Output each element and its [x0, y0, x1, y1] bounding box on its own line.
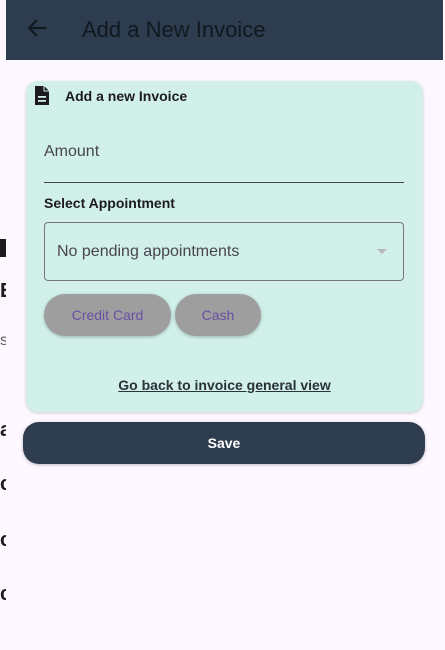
page-title: Add a New Invoice — [82, 17, 266, 42]
add-invoice-sheet: Add a New Invoice Add a new Invoice Amou… — [6, 0, 443, 650]
back-to-invoices-link[interactable]: Go back to invoice general view — [26, 377, 423, 393]
save-button[interactable]: Save — [23, 422, 425, 464]
dropdown-arrow-icon — [377, 249, 387, 254]
appointment-selected-value: No pending appointments — [57, 243, 240, 260]
arrow-left-icon — [27, 18, 47, 43]
card-header: Add a new Invoice — [30, 84, 187, 108]
credit-card-button[interactable]: Credit Card — [44, 294, 171, 336]
invoice-form-card: Add a new Invoice Amount Select Appointm… — [26, 81, 423, 412]
app-bar: Add a New Invoice — [6, 0, 443, 60]
cash-button[interactable]: Cash — [175, 294, 261, 336]
appointment-dropdown[interactable]: No pending appointments — [44, 222, 404, 281]
amount-input[interactable]: Amount — [44, 133, 404, 183]
amount-placeholder: Amount — [44, 143, 100, 160]
select-appointment-label: Select Appointment — [44, 195, 175, 211]
document-icon — [30, 84, 54, 108]
back-button[interactable] — [22, 14, 52, 46]
card-title: Add a new Invoice — [65, 88, 188, 104]
